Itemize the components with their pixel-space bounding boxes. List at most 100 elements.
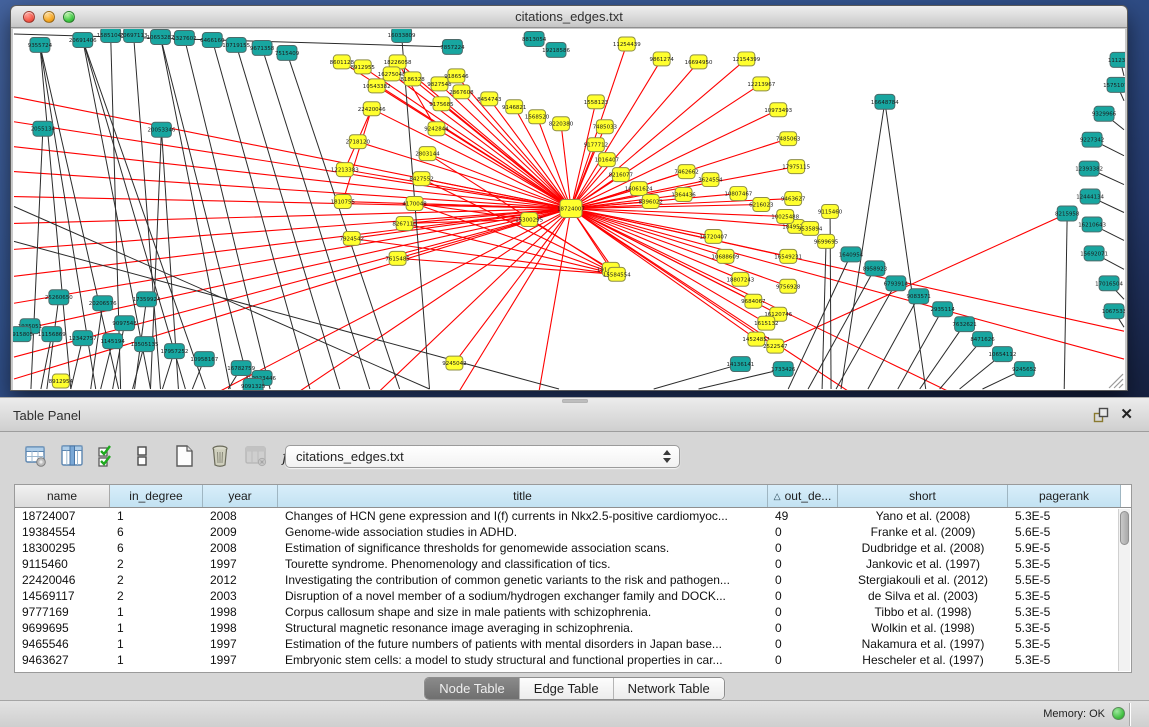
column-header-out_de[interactable]: △out_de...: [768, 485, 838, 507]
window-resize-grip[interactable]: [1109, 374, 1123, 388]
citation-edge-red[interactable]: [14, 209, 571, 277]
node-table[interactable]: namein_degreeyeartitle△out_de...shortpag…: [14, 484, 1132, 673]
table-cell[interactable]: 18300295: [15, 541, 110, 555]
table-cell[interactable]: de Silva et al. (2003): [838, 589, 1008, 603]
table-cell[interactable]: 0: [768, 525, 838, 539]
table-row[interactable]: 977716911998Corpus callosum shape and si…: [15, 604, 1131, 620]
table-select-dropdown[interactable]: citations_edges.txt: [285, 445, 680, 468]
row-height-button[interactable]: [128, 443, 156, 471]
table-body[interactable]: 1872400712008Changes of HCN gene express…: [15, 508, 1131, 668]
table-cell[interactable]: 18724007: [15, 509, 110, 523]
new-table-button[interactable]: [170, 443, 198, 471]
table-row[interactable]: 946362711997Embryonic stem cells: a mode…: [15, 652, 1131, 668]
table-row[interactable]: 969969511998Structural magnetic resonanc…: [15, 620, 1131, 636]
table-cell[interactable]: Hescheler et al. (1997): [838, 653, 1008, 667]
select-columns-button[interactable]: [94, 443, 122, 471]
table-cell[interactable]: Embryonic stem cells: a model to study s…: [278, 653, 768, 667]
table-cell[interactable]: 1: [110, 605, 203, 619]
table-cell[interactable]: 1: [110, 637, 203, 651]
table-header-row[interactable]: namein_degreeyeartitle△out_de...shortpag…: [15, 485, 1131, 508]
table-cell[interactable]: 2: [110, 557, 203, 571]
memory-ok-indicator[interactable]: [1112, 707, 1125, 720]
table-cell[interactable]: 5.6E-5: [1008, 525, 1121, 539]
table-cell[interactable]: 1998: [203, 621, 278, 635]
citation-edge-black[interactable]: [1064, 213, 1067, 389]
table-cell[interactable]: 9115460: [15, 557, 110, 571]
table-cell[interactable]: 2: [110, 589, 203, 603]
table-cell[interactable]: Tourette syndrome. Phenomenology and cla…: [278, 557, 768, 571]
table-cell[interactable]: 19384554: [15, 525, 110, 539]
table-cell[interactable]: 2008: [203, 541, 278, 555]
close-panel-icon[interactable]: ✕: [1120, 405, 1133, 423]
citation-edge-red[interactable]: [571, 59, 746, 209]
table-cell[interactable]: 0: [768, 621, 838, 635]
table-row[interactable]: 946554611997Estimation of the future num…: [15, 636, 1131, 652]
table-cell[interactable]: Tibbo et al. (1998): [838, 605, 1008, 619]
citation-edge-black[interactable]: [184, 38, 270, 389]
table-cell[interactable]: 0: [768, 557, 838, 571]
table-cell[interactable]: 1997: [203, 653, 278, 667]
citation-edge-red[interactable]: [571, 209, 1124, 360]
citation-edge-black[interactable]: [212, 40, 310, 389]
citation-edge-black[interactable]: [841, 102, 885, 389]
table-row[interactable]: 1872400712008Changes of HCN gene express…: [15, 508, 1131, 524]
table-cell[interactable]: 5.5E-5: [1008, 573, 1121, 587]
table-tab-group[interactable]: Node TableEdge TableNetwork Table: [424, 677, 725, 700]
table-cell[interactable]: 2009: [203, 525, 278, 539]
column-header-short[interactable]: short: [838, 485, 1008, 507]
network-canvas[interactable]: 9355724206914061585104520697113106532871…: [13, 29, 1125, 390]
table-cell[interactable]: 5.3E-5: [1008, 637, 1121, 651]
column-header-pagerank[interactable]: pagerank: [1008, 485, 1121, 507]
table-cell[interactable]: 0: [768, 653, 838, 667]
table-row[interactable]: 1830029562008Estimation of significance …: [15, 540, 1131, 556]
table-cell[interactable]: 5.3E-5: [1008, 653, 1121, 667]
table-settings-button[interactable]: [22, 443, 50, 471]
table-cell[interactable]: Yano et al. (2008): [838, 509, 1008, 523]
table-row[interactable]: 2242004622012Investigating the contribut…: [15, 572, 1131, 588]
table-cell[interactable]: 5.9E-5: [1008, 541, 1121, 555]
table-cell[interactable]: 9465546: [15, 637, 110, 651]
column-header-name[interactable]: name: [15, 485, 110, 507]
table-cell[interactable]: Investigating the contribution of common…: [278, 573, 768, 587]
citation-edge-red[interactable]: [571, 209, 725, 257]
table-cell[interactable]: 9777169: [15, 605, 110, 619]
citation-edge-black[interactable]: [262, 48, 370, 389]
tab-edge-table[interactable]: Edge Table: [520, 678, 614, 699]
citation-edge-black[interactable]: [91, 303, 103, 389]
table-cell[interactable]: 2008: [203, 509, 278, 523]
table-cell[interactable]: Jankovic et al. (1997): [838, 557, 1008, 571]
table-cell[interactable]: 49: [768, 509, 838, 523]
table-panel-header[interactable]: Table Panel ✕: [0, 397, 1149, 432]
table-cell[interactable]: 0: [768, 541, 838, 555]
table-cell[interactable]: 9699695: [15, 621, 110, 635]
tab-network-table[interactable]: Network Table: [614, 678, 724, 699]
table-cell[interactable]: 1998: [203, 605, 278, 619]
float-panel-icon[interactable]: [1093, 407, 1109, 423]
table-cell[interactable]: 1997: [203, 557, 278, 571]
scrollbar-thumb[interactable]: [1120, 511, 1129, 545]
citation-edge-red[interactable]: [343, 109, 372, 202]
delete-table-button[interactable]: [206, 443, 234, 471]
table-cell[interactable]: 0: [768, 605, 838, 619]
table-cell[interactable]: 6: [110, 541, 203, 555]
tab-node-table[interactable]: Node Table: [425, 678, 520, 699]
table-cell[interactable]: 0: [768, 637, 838, 651]
table-cell[interactable]: 14569117: [15, 589, 110, 603]
table-cell[interactable]: 5.3E-5: [1008, 605, 1121, 619]
table-cell[interactable]: 1: [110, 653, 203, 667]
citation-edge-black[interactable]: [868, 296, 919, 389]
table-cell[interactable]: Corpus callosum shape and size in male p…: [278, 605, 768, 619]
table-row[interactable]: 1938455462009Genome-wide association stu…: [15, 524, 1131, 540]
citation-edge-red[interactable]: [14, 209, 571, 332]
table-cell[interactable]: 1: [110, 621, 203, 635]
table-cell[interactable]: 0: [768, 573, 838, 587]
show-column-button[interactable]: [58, 443, 86, 471]
table-cell[interactable]: 0: [768, 589, 838, 603]
table-cell[interactable]: 1997: [203, 637, 278, 651]
citation-edge-red[interactable]: [775, 213, 1067, 346]
table-cell[interactable]: Wolkin et al. (1998): [838, 621, 1008, 635]
table-cell[interactable]: 9463627: [15, 653, 110, 667]
table-cell[interactable]: Changes of HCN gene expression and I(f) …: [278, 509, 768, 523]
citation-network-graph[interactable]: 9355724206914061585104520697113106532871…: [13, 29, 1125, 390]
column-header-in_degree[interactable]: in_degree: [110, 485, 203, 507]
